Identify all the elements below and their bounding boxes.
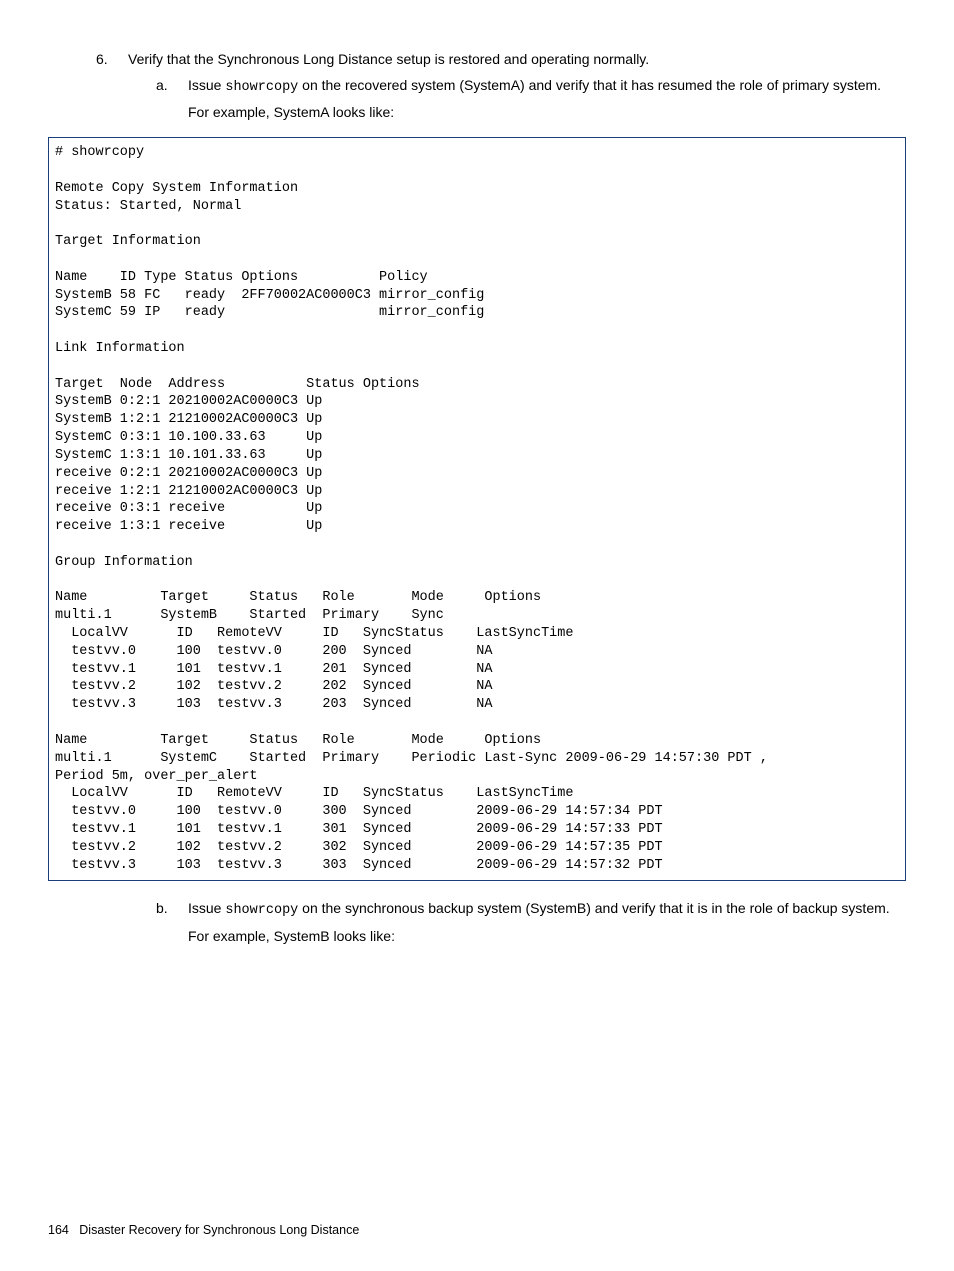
step-text: Verify that the Synchronous Long Distanc… bbox=[128, 51, 649, 67]
footer-title: Disaster Recovery for Synchronous Long D… bbox=[79, 1223, 359, 1237]
substep-letter: a. bbox=[156, 76, 168, 96]
substep-text-pre: Issue bbox=[188, 77, 225, 93]
substep-b: b. Issue showrcopy on the synchronous ba… bbox=[188, 899, 906, 946]
example-intro: For example, SystemA looks like: bbox=[188, 103, 906, 123]
page-number: 164 bbox=[48, 1223, 69, 1237]
terminal-output: # showrcopy Remote Copy System Informati… bbox=[48, 137, 906, 881]
step-6: 6. Verify that the Synchronous Long Dist… bbox=[128, 50, 906, 70]
substep-text-post: on the recovered system (SystemA) and ve… bbox=[298, 77, 881, 93]
substep-a: a. Issue showrcopy on the recovered syst… bbox=[188, 76, 906, 123]
command-code: showrcopy bbox=[225, 80, 298, 95]
substep-text-post: on the synchronous backup system (System… bbox=[298, 900, 889, 916]
page-footer: 164 Disaster Recovery for Synchronous Lo… bbox=[48, 1222, 359, 1240]
example-intro: For example, SystemB looks like: bbox=[188, 927, 906, 947]
step-number: 6. bbox=[96, 50, 108, 70]
substep-text-pre: Issue bbox=[188, 900, 225, 916]
command-code: showrcopy bbox=[225, 903, 298, 918]
substep-letter: b. bbox=[156, 899, 168, 919]
